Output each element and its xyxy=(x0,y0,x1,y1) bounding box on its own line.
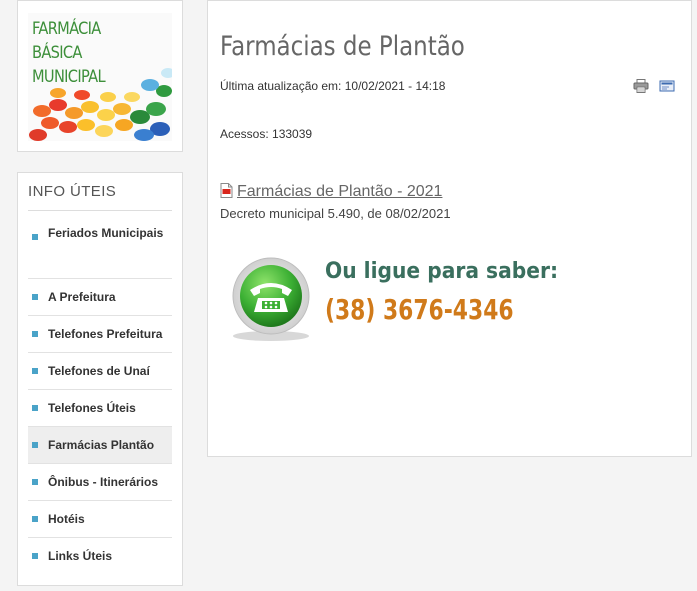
sidebar-item-onibus-itinerarios[interactable]: Ônibus - Itinerários xyxy=(28,464,172,501)
sidebar-item-label[interactable]: Telefones Prefeitura xyxy=(48,327,162,341)
sidebar-item-label[interactable]: Feriados Municipais xyxy=(48,226,163,240)
sidebar-item-label[interactable]: Farmácias Plantão xyxy=(48,438,154,452)
module-heading: INFO ÚTEIS xyxy=(28,183,172,211)
email-icon[interactable] xyxy=(659,79,675,93)
article-panel: Farmácias de Plantão Última atualização … xyxy=(207,0,692,457)
phone-icon xyxy=(228,256,314,342)
info-uteis-module: INFO ÚTEIS Feriados Municipais A Prefeit… xyxy=(17,172,183,586)
bullet-icon xyxy=(32,479,38,485)
sidebar-item-label[interactable]: Telefones Úteis xyxy=(48,401,136,415)
phone-number: (38) 3676-4346 xyxy=(325,293,514,326)
banner-module: FARMÁCIA BÁSICA MUNICIPAL xyxy=(17,0,183,152)
bullet-icon xyxy=(32,553,38,559)
sidebar-item-farmacias-plantao[interactable]: Farmácias Plantão xyxy=(28,427,172,464)
sidebar-item-hoteis[interactable]: Hotéis xyxy=(28,501,172,538)
bullet-icon xyxy=(32,331,38,337)
sidebar-item-label[interactable]: Ônibus - Itinerários xyxy=(48,475,158,489)
sidebar-item-telefones-prefeitura[interactable]: Telefones Prefeitura xyxy=(28,316,172,353)
bullet-icon xyxy=(32,516,38,522)
sidebar-item-label[interactable]: Links Úteis xyxy=(48,549,112,563)
bullet-icon xyxy=(32,442,38,448)
banner-title: FARMÁCIA BÁSICA MUNICIPAL xyxy=(32,19,106,87)
bullet-icon xyxy=(32,368,38,374)
sidebar-item-a-prefeitura[interactable]: A Prefeitura xyxy=(28,279,172,316)
farmacia-banner[interactable]: FARMÁCIA BÁSICA MUNICIPAL xyxy=(28,13,172,141)
sidebar-menu: Feriados Municipais A Prefeitura Telefon… xyxy=(28,211,172,574)
sidebar-item-links-uteis[interactable]: Links Úteis xyxy=(28,538,172,574)
call-to-action-text: Ou ligue para saber: xyxy=(325,259,559,284)
bullet-icon xyxy=(32,294,38,300)
sidebar-item-label[interactable]: A Prefeitura xyxy=(48,290,116,304)
bullet-icon xyxy=(32,234,38,240)
pdf-icon xyxy=(220,183,233,203)
sidebar-item-feriados-municipais[interactable]: Feriados Municipais xyxy=(28,211,172,279)
last-updated-text: Última atualização em: 10/02/2021 - 14:1… xyxy=(220,79,446,93)
bullet-icon xyxy=(32,405,38,411)
sidebar-item-telefones-de-unai[interactable]: Telefones de Unaí xyxy=(28,353,172,390)
sidebar-item-label[interactable]: Hotéis xyxy=(48,512,85,526)
sidebar-item-telefones-uteis[interactable]: Telefones Úteis xyxy=(28,390,172,427)
sidebar-item-label[interactable]: Telefones de Unaí xyxy=(48,364,150,378)
page-title: Farmácias de Plantão xyxy=(220,31,465,62)
document-description: Decreto municipal 5.490, de 08/02/2021 xyxy=(220,206,451,221)
document-link-row: Farmácias de Plantão - 2021 xyxy=(220,183,442,203)
hits-counter: Acessos: 133039 xyxy=(220,127,313,141)
document-link[interactable]: Farmácias de Plantão - 2021 xyxy=(237,183,442,200)
print-icon[interactable] xyxy=(633,79,649,93)
